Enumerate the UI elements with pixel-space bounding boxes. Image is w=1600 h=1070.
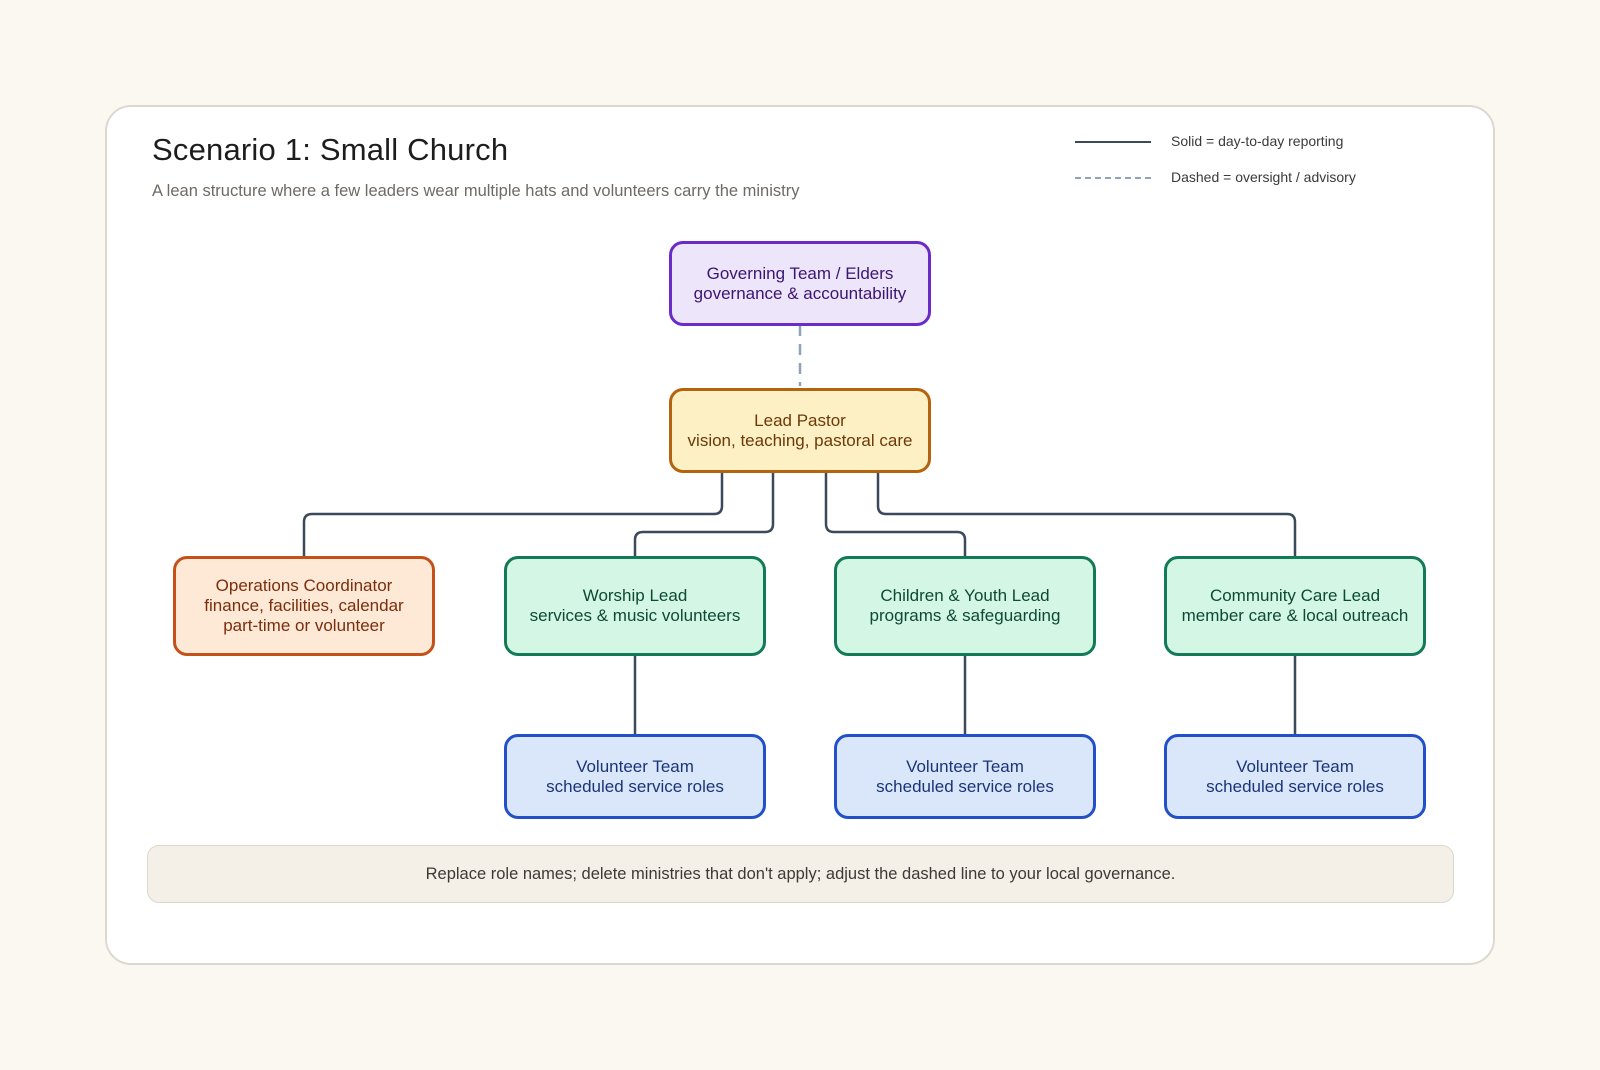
node-volunteer-title: Volunteer Team — [906, 756, 1024, 776]
node-operations-title: Operations Coordinator — [215, 576, 393, 595]
node-worship-lead[interactable]: Worship Lead services & music volunteers — [504, 556, 766, 656]
node-community-care-lead[interactable]: Community Care Lead member care & local … — [1164, 556, 1426, 656]
footer-note: Replace role names; delete ministries th… — [147, 845, 1454, 903]
node-volunteer-desc: scheduled service roles — [1206, 776, 1384, 796]
node-community-title: Community Care Lead — [1209, 586, 1381, 605]
node-worship-title: Worship Lead — [582, 586, 688, 605]
node-pastor-desc: vision, teaching, pastoral care — [687, 430, 913, 450]
node-governing-title: Governing Team / Elders — [706, 263, 894, 283]
node-volunteer-desc: scheduled service roles — [876, 776, 1054, 796]
node-operations-desc: finance, facilities, calendar — [204, 596, 404, 615]
connector-pastor-community — [876, 471, 1297, 559]
node-operations-note: part-time or volunteer — [223, 616, 385, 635]
node-community-desc: member care & local outreach — [1181, 606, 1409, 625]
node-children-desc: programs & safeguarding — [869, 606, 1061, 625]
node-operations-coordinator[interactable]: Operations Coordinator finance, faciliti… — [173, 556, 435, 656]
node-volunteer-title: Volunteer Team — [576, 756, 694, 776]
node-volunteer-team-community[interactable]: Volunteer Team scheduled service roles — [1164, 734, 1426, 819]
node-children-title: Children & Youth Lead — [880, 586, 1050, 605]
node-governing-desc: governance & accountability — [693, 283, 907, 303]
node-volunteer-team-children[interactable]: Volunteer Team scheduled service roles — [834, 734, 1096, 819]
node-volunteer-title: Volunteer Team — [1236, 756, 1354, 776]
node-worship-desc: services & music volunteers — [529, 606, 741, 625]
node-governing-team[interactable]: Governing Team / Elders governance & acc… — [669, 241, 931, 326]
node-pastor-title: Lead Pastor — [754, 410, 846, 430]
connector-lines — [302, 325, 1297, 735]
node-volunteer-team-worship[interactable]: Volunteer Team scheduled service roles — [504, 734, 766, 819]
node-volunteer-desc: scheduled service roles — [546, 776, 724, 796]
node-lead-pastor[interactable]: Lead Pastor vision, teaching, pastoral c… — [669, 388, 931, 473]
node-children-youth-lead[interactable]: Children & Youth Lead programs & safegua… — [834, 556, 1096, 656]
connector-pastor-operations — [302, 471, 724, 559]
